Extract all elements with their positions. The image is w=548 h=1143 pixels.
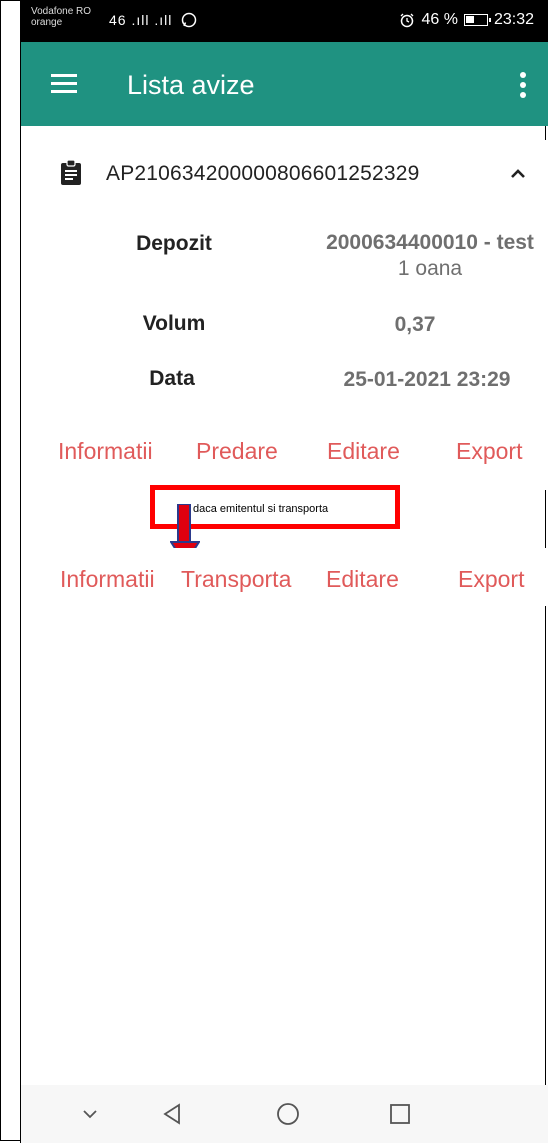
export-button-alt[interactable]: Export <box>458 566 524 593</box>
chevron-up-icon[interactable] <box>508 164 528 184</box>
field-value-volum: 0,37 <box>394 313 436 336</box>
status-bar: Vodafone RO orange 46 .ıll .ıll 46 % 23:… <box>21 0 548 42</box>
battery-icon <box>463 14 491 26</box>
signal-text: 46 .ıll .ıll <box>109 12 173 28</box>
home-circle-icon[interactable] <box>273 1099 303 1129</box>
hamburger-icon[interactable] <box>51 74 77 94</box>
app-bar: Lista avize <box>21 42 548 126</box>
export-button[interactable]: Export <box>456 438 522 465</box>
clipboard-icon <box>61 160 81 185</box>
field-label-data: Data <box>149 367 195 390</box>
field-label-volum: Volum <box>142 312 206 335</box>
informatii-button-alt[interactable]: Informatii <box>60 566 155 593</box>
aviz-card-alternate-actions: Informatii Transporta Editare Export <box>34 548 548 606</box>
depozit-value-line2: 1 oana <box>397 257 463 280</box>
carrier-secondary: orange <box>31 17 63 28</box>
back-triangle-icon[interactable] <box>157 1099 187 1129</box>
predare-button[interactable]: Predare <box>196 438 278 465</box>
aviz-card: AP210634200000806601252329 Depozit 20006… <box>34 140 548 490</box>
editare-button[interactable]: Editare <box>327 438 400 465</box>
aviz-number: AP210634200000806601252329 <box>106 162 420 185</box>
chevron-down-icon[interactable] <box>75 1099 105 1129</box>
field-value-data: 25-01-2021 23:29 <box>343 368 511 391</box>
whatsapp-icon <box>182 12 197 28</box>
clock: 23:32 <box>493 11 534 28</box>
carrier-info: Vodafone RO orange <box>31 6 91 28</box>
carrier-name: Vodafone RO <box>31 6 92 17</box>
signal-icons: 46 .ıll .ıll <box>109 12 197 28</box>
annotation-text: daca emitentul si transporta <box>193 503 329 515</box>
system-nav-bar <box>21 1085 548 1143</box>
field-value-depozit: 2000634400010 - test 1 oana <box>315 230 545 282</box>
aviz-card-header[interactable]: AP210634200000806601252329 <box>34 158 548 192</box>
depozit-value-line1: 2000634400010 - test <box>326 231 534 254</box>
alarm-icon <box>401 13 414 28</box>
more-vert-icon[interactable] <box>520 72 526 98</box>
transporta-button[interactable]: Transporta <box>181 566 291 593</box>
aviz-card-actions: Informatii Predare Editare Export <box>34 438 548 478</box>
field-label-depozit: Depozit <box>136 232 212 255</box>
status-right: 46 % 23:32 <box>399 11 534 29</box>
frame-divider <box>20 0 21 1143</box>
recents-square-icon[interactable] <box>385 1099 415 1129</box>
battery-percent: 46 % <box>421 11 458 28</box>
informatii-button[interactable]: Informatii <box>58 438 153 465</box>
editare-button-alt[interactable]: Editare <box>326 566 399 593</box>
page-title: Lista avize <box>127 70 255 100</box>
